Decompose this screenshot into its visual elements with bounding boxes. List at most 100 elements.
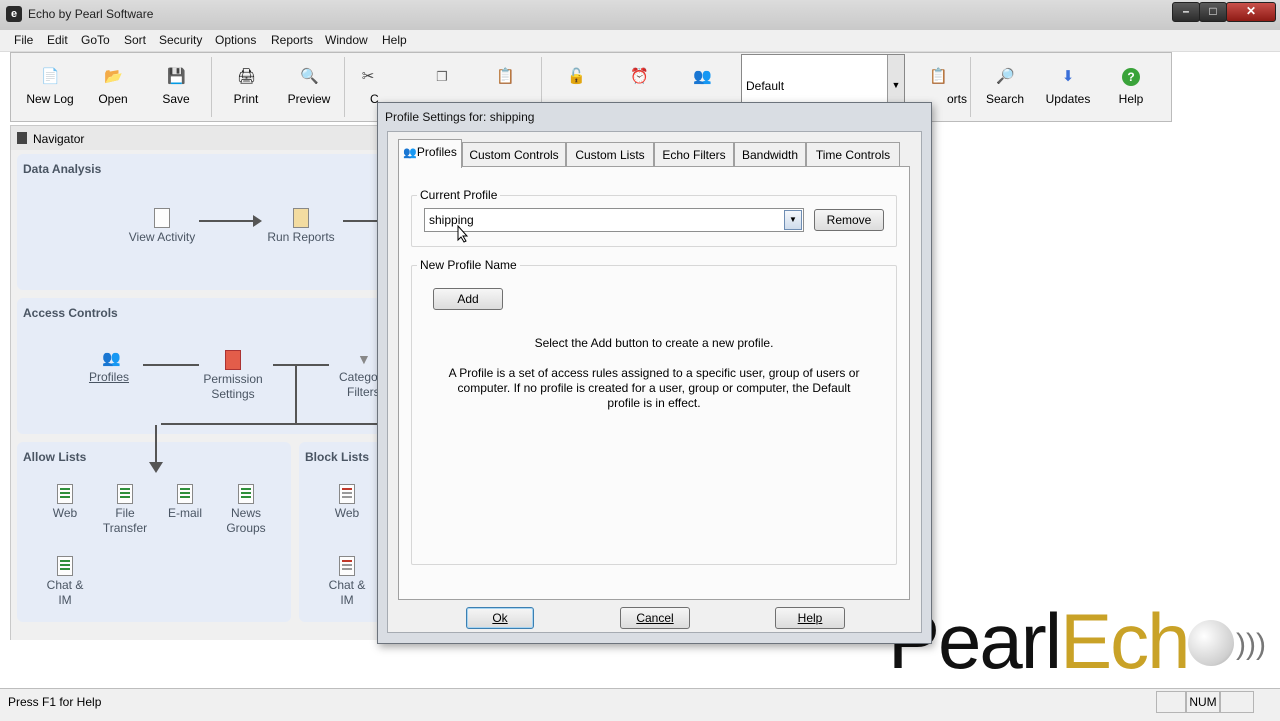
navigator-icon: [17, 132, 27, 144]
search-label: Search: [985, 92, 1025, 106]
tab-custom-lists[interactable]: Custom Lists: [566, 142, 654, 167]
allow-web-node[interactable]: Web: [37, 484, 93, 521]
menu-window[interactable]: Window: [325, 33, 368, 47]
filter-funnel-icon: ▼: [357, 351, 371, 367]
ok-button[interactable]: Ok: [466, 607, 534, 629]
file-transfer-label-2: Transfer: [102, 521, 148, 535]
block-web-node[interactable]: Web: [319, 484, 375, 521]
menu-reports[interactable]: Reports: [271, 33, 313, 47]
new-log-label: New Log: [26, 92, 74, 106]
users-icon: 👥: [102, 350, 121, 367]
cancel-button[interactable]: Cancel: [620, 607, 690, 629]
updates-label: Updates: [1045, 92, 1091, 106]
news-groups-list-icon: [238, 484, 254, 504]
menu-sort[interactable]: Sort: [124, 33, 146, 47]
print-button[interactable]: 🖨 Print: [215, 53, 277, 121]
minimize-button[interactable]: –: [1172, 2, 1200, 22]
menu-security[interactable]: Security: [159, 33, 202, 47]
allow-chat-im-label-1: Chat &: [46, 578, 84, 592]
clock-icon: ⏰: [630, 68, 649, 85]
allow-file-transfer-node[interactable]: File Transfer: [97, 484, 153, 536]
view-activity-label: View Activity: [128, 230, 196, 244]
add-button[interactable]: Add: [433, 288, 503, 310]
help-dialog-button[interactable]: Help: [775, 607, 845, 629]
description-line-1: A Profile is a set of access rules assig…: [448, 366, 860, 380]
scissors-icon: ✂: [361, 68, 375, 85]
chevron-down-icon[interactable]: ▼: [784, 210, 802, 230]
save-disk-icon: 💾: [167, 68, 186, 85]
pearl-echo-logo: PearlEch: [888, 602, 1191, 680]
copy-icon: ❐: [436, 69, 448, 84]
flow-arrow: [199, 220, 255, 222]
profiles-tab-page: Current Profile shipping ▼ Remove New Pr…: [398, 166, 910, 600]
flow-line: [143, 364, 199, 366]
tab-custom-controls[interactable]: Custom Controls: [462, 142, 566, 167]
run-reports-node[interactable]: Run Reports: [253, 208, 349, 245]
profiles-node[interactable]: 👥 Profiles: [79, 350, 139, 385]
data-analysis-title: Data Analysis: [23, 162, 102, 176]
tab-profiles-label: Profiles: [416, 145, 457, 159]
toolbar-separator: [970, 57, 971, 117]
maximize-button[interactable]: □: [1199, 2, 1227, 22]
save-button[interactable]: 💾 Save: [145, 53, 207, 121]
close-button[interactable]: ✕: [1226, 2, 1276, 22]
users-icon: 👥: [693, 68, 712, 85]
clipboard-icon: 📋: [929, 68, 948, 85]
description-line-2: computer. If no profile is created for a…: [457, 381, 851, 395]
permission-check-icon: [225, 350, 241, 370]
new-log-button[interactable]: 📄 New Log: [19, 53, 81, 121]
permission-settings-label-1: Permission: [203, 372, 263, 386]
current-profile-select[interactable]: shipping ▼: [424, 208, 804, 232]
open-button[interactable]: 📂 Open: [82, 53, 144, 121]
permission-settings-label-2: Settings: [211, 387, 255, 401]
printer-icon: 🖨: [237, 68, 257, 85]
profile-combo-value: Default: [746, 79, 785, 93]
navigator-header: Navigator: [10, 125, 392, 152]
news-groups-label-1: News: [230, 506, 261, 520]
email-list-icon: [177, 484, 193, 504]
help-button[interactable]: ? Help: [1100, 53, 1162, 121]
allow-news-groups-node[interactable]: News Groups: [215, 484, 277, 536]
permission-settings-node[interactable]: Permission Settings: [193, 350, 273, 402]
status-cell-caps: [1156, 691, 1186, 713]
logo-echo-text: Ech: [1060, 597, 1190, 685]
status-cell-scroll: [1220, 691, 1254, 713]
block-lists-title: Block Lists: [305, 450, 370, 464]
file-transfer-label-1: File: [115, 506, 135, 520]
flow-line: [295, 364, 297, 424]
updates-button[interactable]: ⬇ Updates: [1037, 53, 1099, 121]
menu-file[interactable]: File: [14, 33, 33, 47]
view-activity-node[interactable]: View Activity: [117, 208, 207, 245]
tab-echo-filters[interactable]: Echo Filters: [654, 142, 734, 167]
menu-edit[interactable]: Edit: [47, 33, 68, 47]
remove-button[interactable]: Remove: [814, 209, 884, 231]
allow-lists-title: Allow Lists: [23, 450, 87, 464]
mouse-cursor-icon: [457, 225, 469, 243]
menu-goto[interactable]: GoTo: [81, 33, 110, 47]
allow-chat-im-node[interactable]: Chat & IM: [37, 556, 93, 608]
menu-help[interactable]: Help: [382, 33, 407, 47]
tab-profiles[interactable]: 👥Profiles: [398, 139, 462, 168]
new-profile-label: New Profile Name: [417, 258, 520, 272]
new-document-icon: 📄: [41, 68, 60, 85]
tab-time-controls[interactable]: Time Controls: [806, 142, 900, 167]
tab-bandwidth[interactable]: Bandwidth: [734, 142, 806, 167]
profiles-label: Profiles: [88, 370, 129, 384]
menu-options[interactable]: Options: [215, 33, 256, 47]
allow-email-node[interactable]: E-mail: [157, 484, 213, 521]
print-label: Print: [233, 92, 259, 106]
paste-icon: 📋: [496, 68, 515, 85]
run-reports-label: Run Reports: [267, 230, 335, 244]
block-chat-im-node[interactable]: Chat & IM: [319, 556, 375, 608]
preview-label: Preview: [287, 92, 331, 106]
search-button[interactable]: 🔎 Search: [974, 53, 1036, 121]
new-profile-group: New Profile Name Add Select the Add butt…: [411, 258, 897, 565]
help-icon: ?: [1122, 68, 1140, 86]
navigator-title: Navigator: [33, 132, 85, 146]
toolbar-separator: [344, 57, 345, 117]
navigator-panel: Data Analysis View Activity Run Reports …: [10, 150, 391, 640]
file-transfer-list-icon: [117, 484, 133, 504]
preview-button[interactable]: 🔍 Preview: [278, 53, 340, 121]
download-arrow-icon: ⬇: [1061, 68, 1075, 85]
lock-icon: 🔓: [567, 68, 586, 85]
